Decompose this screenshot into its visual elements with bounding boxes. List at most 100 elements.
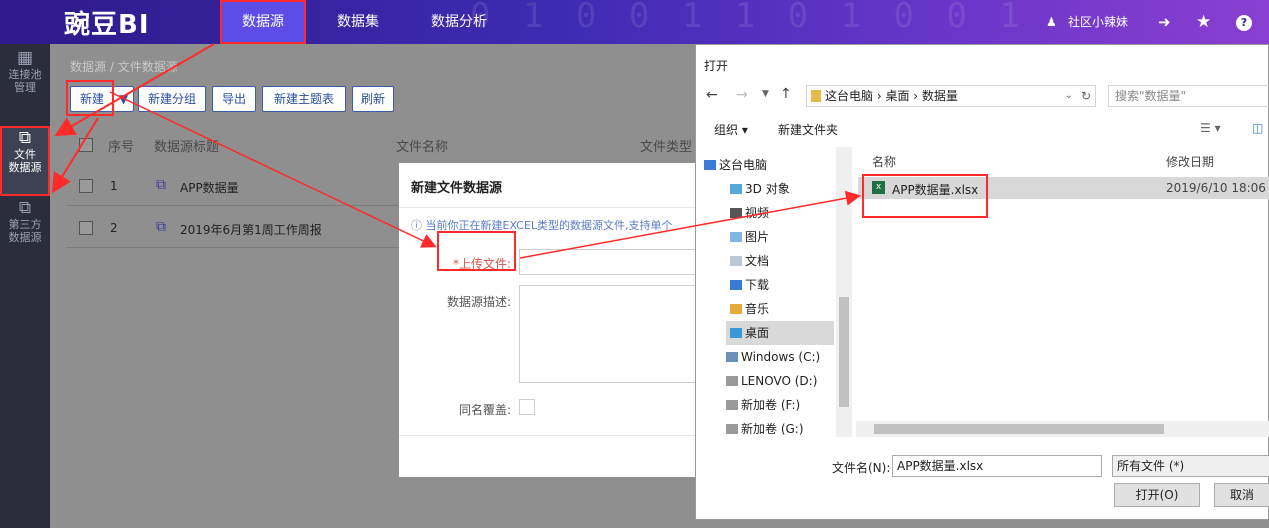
open-dialog-title: 打开 bbox=[704, 59, 729, 73]
new-file-datasource-dialog: 新建文件数据源 ⓘ 当前你正在新建EXCEL类型的数据源文件,支持单个 *上传文… bbox=[399, 163, 699, 477]
refresh-icon[interactable]: ↻ bbox=[1081, 86, 1091, 106]
tree-label: 桌面 bbox=[745, 326, 770, 340]
drive-icon bbox=[726, 400, 738, 410]
preview-pane-icon[interactable]: ◫ bbox=[1252, 121, 1263, 135]
nav-scrollbar[interactable] bbox=[836, 147, 852, 437]
description-label: 数据源描述: bbox=[446, 295, 511, 309]
drive-icon bbox=[726, 424, 738, 434]
nav-tree-desktop[interactable]: 桌面 bbox=[726, 321, 834, 345]
sidebar-item-pool[interactable]: ▦ 连接池 管理 bbox=[0, 48, 50, 95]
row-index: 1 bbox=[110, 179, 118, 193]
filename-label: 文件名(N): bbox=[832, 461, 891, 475]
address-bar[interactable]: 这台电脑 › 桌面 › 数据量 ⌄ ↻ bbox=[806, 85, 1096, 107]
music-icon bbox=[730, 304, 742, 314]
forward-icon[interactable]: → bbox=[736, 87, 748, 103]
help-icon[interactable]: ? bbox=[1236, 0, 1252, 44]
scrollbar-thumb[interactable] bbox=[874, 424, 1164, 434]
computer-icon bbox=[704, 160, 716, 170]
nav-dataset[interactable]: 数据集 bbox=[320, 0, 396, 44]
sidebar bbox=[0, 44, 50, 528]
divider bbox=[399, 207, 699, 208]
server-icon: ▦ bbox=[16, 48, 34, 68]
highlight-file bbox=[862, 174, 988, 218]
file-date: 2019/6/10 18:06 bbox=[1166, 181, 1266, 195]
back-icon[interactable]: ← bbox=[706, 87, 718, 103]
export-button[interactable]: 导出 bbox=[212, 86, 256, 112]
sidebar-item-label: 数据源 bbox=[8, 231, 42, 244]
col-date[interactable]: 修改日期 bbox=[1166, 153, 1214, 170]
tree-label: Windows (C:) bbox=[741, 350, 821, 364]
up-icon[interactable]: ↑ bbox=[780, 86, 792, 102]
tree-label: 音乐 bbox=[745, 302, 770, 316]
sidebar-item-label: 数据源 bbox=[8, 161, 42, 174]
nav-tree-this-pc[interactable]: 这台电脑 bbox=[704, 157, 834, 173]
row-title[interactable]: 2019年6月第1周工作周报 bbox=[180, 221, 322, 238]
logout-icon[interactable]: ➜ bbox=[1158, 0, 1171, 44]
tree-label: 下载 bbox=[745, 278, 770, 292]
breadcrumb-root[interactable]: 数据源 bbox=[70, 60, 106, 74]
user-icon: ♟ bbox=[1046, 15, 1057, 29]
refresh-button[interactable]: 刷新 bbox=[352, 86, 394, 112]
new-topic-table-button[interactable]: 新建主题表 bbox=[262, 86, 346, 112]
row-index: 2 bbox=[110, 221, 118, 235]
col-filetype: 文件类型 bbox=[640, 140, 693, 155]
path-segment[interactable]: 这台电脑 bbox=[825, 89, 873, 103]
cube-icon bbox=[730, 184, 742, 194]
background-decoration: 0 1 0 0 1 1 0 1 0 0 1 bbox=[470, 0, 1026, 36]
sidebar-item-label: 管理 bbox=[14, 81, 36, 94]
view-options-icon[interactable]: ☰ ▾ bbox=[1200, 121, 1221, 135]
file-icon: ⧉ bbox=[156, 219, 166, 235]
tree-label: 新加卷 (G:) bbox=[741, 422, 804, 436]
drive-icon bbox=[726, 376, 738, 386]
chevron-down-icon[interactable]: ▼ bbox=[762, 89, 769, 99]
row-title[interactable]: APP数据量 bbox=[180, 179, 239, 196]
row-checkbox[interactable] bbox=[79, 221, 93, 235]
breadcrumb: 数据源 / 文件数据源 bbox=[70, 58, 178, 75]
search-input[interactable]: 搜索"数据量" bbox=[1108, 85, 1269, 107]
overwrite-checkbox[interactable] bbox=[519, 399, 535, 415]
picture-icon bbox=[730, 232, 742, 242]
col-name[interactable]: 名称 bbox=[872, 153, 896, 170]
top-bar: 0 1 0 0 1 1 0 1 0 0 1 豌豆BI 数据源 数据集 数据分析 … bbox=[0, 0, 1269, 44]
tree-label: 视频 bbox=[745, 206, 770, 220]
user-name[interactable]: 社区小辣妹 bbox=[1068, 0, 1128, 44]
filetype-select[interactable]: 所有文件 (*) bbox=[1112, 455, 1269, 477]
open-button[interactable]: 打开(O) bbox=[1114, 483, 1200, 507]
sidebar-item-label: 文件 bbox=[14, 148, 36, 161]
select-all-checkbox[interactable] bbox=[79, 138, 93, 152]
col-title: 数据源标题 bbox=[154, 140, 220, 155]
chevron-down-icon[interactable]: ⌄ bbox=[1065, 86, 1073, 106]
highlight-new-button bbox=[66, 80, 114, 116]
desktop-icon bbox=[730, 328, 742, 338]
col-filename: 文件名称 bbox=[396, 140, 449, 155]
nav-analysis[interactable]: 数据分析 bbox=[414, 0, 504, 44]
filename-input[interactable]: APP数据量.xlsx bbox=[892, 455, 1102, 477]
row-checkbox[interactable] bbox=[79, 179, 93, 193]
file-scrollbar[interactable] bbox=[856, 421, 1269, 437]
open-file-dialog: 打开 ← → ▼ ↑ 这台电脑 › 桌面 › 数据量 ⌄ ↻ 搜索"数据量" 组… bbox=[695, 44, 1269, 520]
upload-file-input[interactable] bbox=[519, 249, 699, 275]
cancel-button[interactable]: 取消 bbox=[1214, 483, 1269, 507]
tree-label: 文档 bbox=[745, 254, 770, 268]
sidebar-item-thirdparty[interactable]: ⧉ 第三方 数据源 bbox=[0, 198, 50, 245]
tree-label: 图片 bbox=[745, 230, 770, 244]
scrollbar-thumb[interactable] bbox=[839, 297, 849, 407]
nav-datasource[interactable]: 数据源 bbox=[220, 0, 306, 44]
organize-menu[interactable]: 组织 ▾ bbox=[714, 121, 748, 138]
path-segment[interactable]: 桌面 bbox=[885, 89, 909, 103]
sidebar-item-label: 连接池 bbox=[8, 68, 42, 81]
file-icon: ⧉ bbox=[156, 177, 166, 193]
sidebar-item-file-datasource[interactable]: ⧉ 文件 数据源 bbox=[0, 126, 50, 196]
app-logo: 豌豆BI bbox=[64, 10, 150, 40]
new-folder-button[interactable]: 新建文件夹 bbox=[778, 121, 838, 138]
new-group-button[interactable]: 新建分组 bbox=[138, 86, 206, 112]
dialog-title: 新建文件数据源 bbox=[411, 181, 503, 196]
file-import-icon: ⧉ bbox=[18, 128, 32, 148]
file-import-icon: ⧉ bbox=[18, 198, 32, 218]
tree-label: 这台电脑 bbox=[719, 158, 768, 172]
col-index: 序号 bbox=[108, 140, 135, 155]
star-icon[interactable]: ★ bbox=[1196, 0, 1211, 44]
path-segment[interactable]: 数据量 bbox=[922, 89, 958, 103]
new-dropdown-icon[interactable]: ▼ bbox=[114, 86, 134, 112]
description-textarea[interactable] bbox=[519, 285, 699, 383]
